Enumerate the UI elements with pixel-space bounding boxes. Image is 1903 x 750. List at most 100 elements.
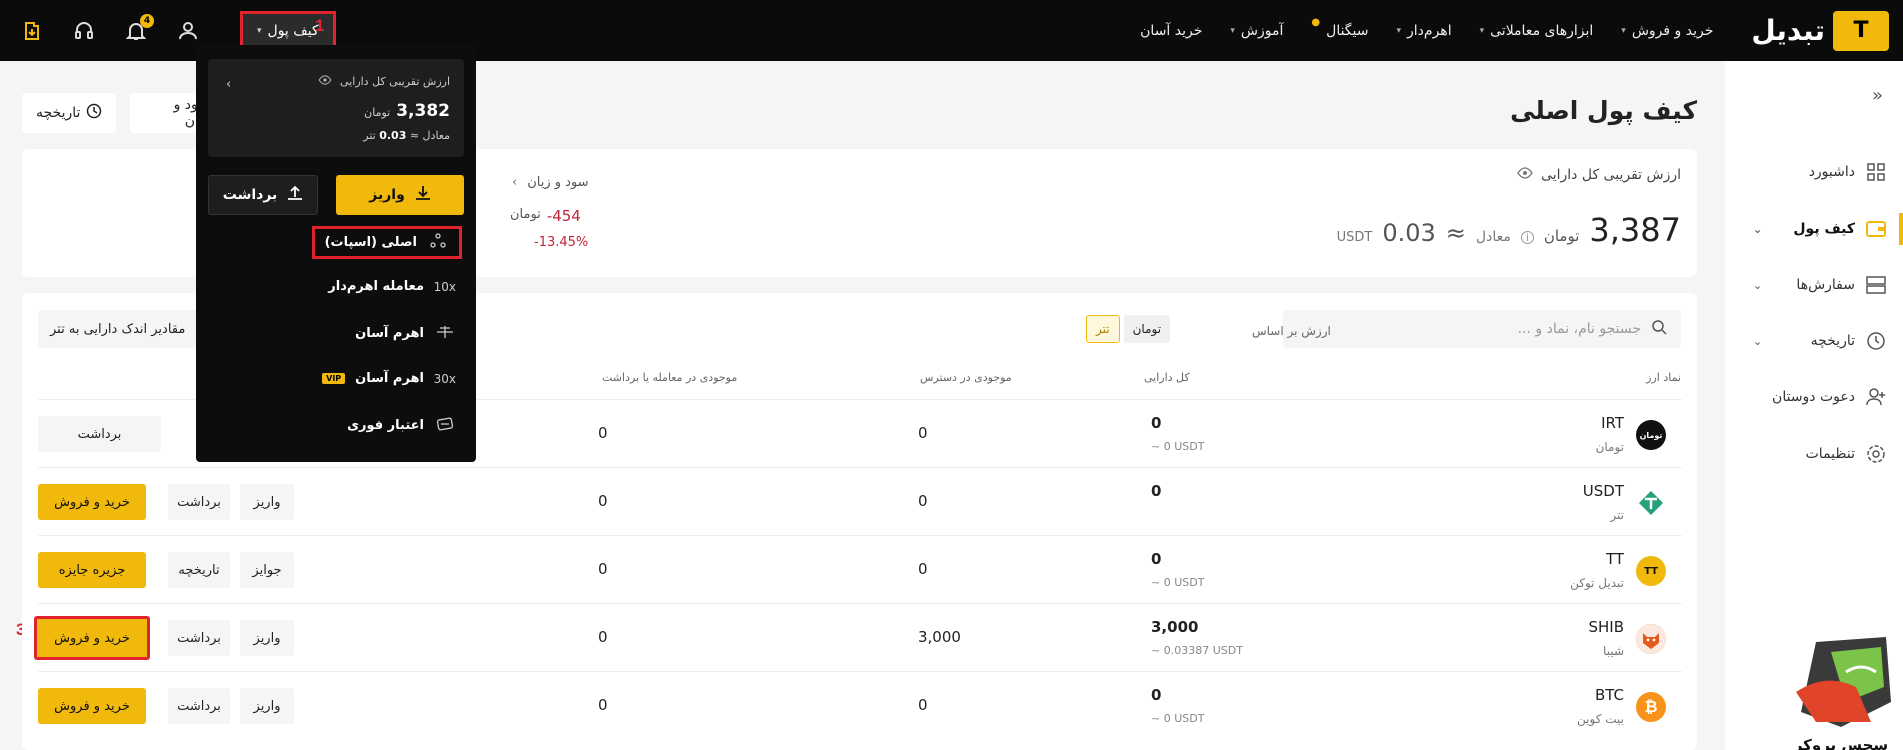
dropdown-balance-card[interactable]: › ارزش تقریبی کل دارایی 3,382 تومان معاد…	[208, 59, 464, 157]
nav-easy-buy[interactable]: خرید آسان	[1140, 23, 1202, 39]
buy-sell-button[interactable]: خرید و فروش	[38, 484, 146, 520]
history-button[interactable]: تاریخچه	[22, 93, 117, 133]
deposit-button[interactable]: واریز	[240, 484, 294, 520]
user-profile-icon[interactable]	[174, 17, 202, 45]
dropdown-balance-value: 3,382	[396, 101, 450, 121]
total-balance: 0	[1151, 482, 1162, 500]
nav-trading-tools[interactable]: ابزارهای معاملاتی ▾	[1480, 23, 1594, 39]
deposit-button[interactable]: واریز	[240, 688, 294, 724]
profit-loss-link[interactable]: سود و زیان ›	[512, 175, 589, 190]
available-balance: 0	[918, 696, 928, 714]
toggle-toman[interactable]: تومان	[1123, 315, 1171, 343]
available-balance: 0	[918, 424, 928, 442]
withdraw-button[interactable]: برداشت	[168, 484, 230, 520]
withdraw-button[interactable]: برداشت	[168, 620, 230, 656]
chevron-down-icon: ▾	[257, 25, 262, 36]
invite-icon	[1865, 386, 1887, 408]
history-icon	[1865, 330, 1887, 352]
chevron-left-icon: ›	[226, 77, 232, 92]
locked-balance: 0	[598, 628, 608, 646]
sidebar-item-history[interactable]: تاریخچه ⌄	[1725, 321, 1903, 361]
total-balance: 0	[1151, 414, 1162, 432]
table-row: ₿ BTC بیت کوین 0 ~ 0 USDT 0 0 واریز بردا…	[38, 671, 1682, 739]
buy-sell-button[interactable]: خرید و فروش	[34, 616, 150, 660]
nav-label: آموزش	[1240, 22, 1284, 39]
brand-logo[interactable]: T تبدیل	[1751, 10, 1889, 51]
dropdown-balance-label: ارزش تقریبی کل دارایی	[340, 75, 450, 88]
chevron-down-icon[interactable]: ⌄	[1753, 279, 1762, 292]
eye-icon[interactable]	[318, 75, 332, 88]
dropdown-item-label: اهرم آسان	[355, 371, 424, 386]
coin-name: بیت کوین	[1577, 712, 1624, 726]
total-balance-usdt: ~ 0.03387 USDT	[1151, 644, 1243, 657]
nav-leverage[interactable]: اهرم‌دار ▾	[1397, 23, 1452, 39]
asset-search-input[interactable]: جستجو نام، نماد و ...	[1283, 310, 1681, 348]
watermark-emblem-icon	[1796, 637, 1891, 727]
notification-count-badge: 4	[140, 13, 154, 28]
coin-name: تبدیل توکن	[1570, 576, 1624, 590]
dropdown-item-easy-leverage[interactable]: اهرم آسان	[355, 325, 456, 342]
deposit-button[interactable]: واریز	[240, 620, 294, 656]
nav-label: اهرم‌دار	[1407, 22, 1452, 39]
chevron-down-icon[interactable]: ⌄	[1753, 335, 1762, 348]
logo-text: تبدیل	[1751, 14, 1825, 47]
withdraw-button[interactable]: برداشت	[168, 688, 230, 724]
rewards-button[interactable]: جوایز	[240, 552, 294, 588]
notification-bell-icon[interactable]: 4	[122, 13, 154, 45]
equiv-prefix: معادل ≈	[409, 129, 450, 142]
collapse-sidebar-icon[interactable]: «	[1872, 85, 1883, 106]
sidebar-item-wallet[interactable]: کیف پول ⌄	[1725, 209, 1903, 249]
coin-tt-icon: TT	[1636, 556, 1666, 586]
sidebar-item-settings[interactable]: تنظیمات	[1725, 434, 1903, 474]
chevron-down-icon: ▾	[1479, 25, 1485, 36]
convert-small-balances-button[interactable]: مقادیر اندک دارایی به تتر	[38, 310, 198, 348]
reward-island-button[interactable]: جزیره جایزه	[38, 552, 146, 588]
toggle-tether[interactable]: تتر	[1086, 315, 1120, 343]
coin-icon-text: TT	[1644, 565, 1658, 577]
chevron-down-icon: ▾	[1621, 25, 1626, 36]
chevron-down-icon: ▾	[1230, 25, 1235, 36]
dropdown-withdraw-button[interactable]: برداشت	[208, 175, 319, 215]
dropdown-item-label: اهرم آسان	[355, 326, 424, 341]
info-icon[interactable]: i	[1520, 231, 1534, 244]
dropdown-item-margin[interactable]: 10x معامله اهرم‌دار	[328, 279, 456, 294]
nav-label: سیگنال	[1326, 22, 1369, 39]
sidebar-item-dashboard[interactable]: داشبورد	[1725, 152, 1903, 192]
available-balance: 3,000	[918, 628, 961, 646]
approx-sign: ≈	[1445, 219, 1466, 247]
eye-icon[interactable]	[1517, 167, 1533, 183]
leverage-30x-icon: 30x	[433, 371, 456, 386]
buy-sell-button[interactable]: خرید و فروش	[38, 688, 146, 724]
coin-shib-icon	[1636, 624, 1666, 654]
available-balance: 0	[918, 492, 928, 510]
sidebar-item-orders[interactable]: سفارش‌ها ⌄	[1725, 265, 1903, 305]
chevron-down-icon[interactable]: ⌄	[1753, 223, 1762, 236]
chevron-left-icon: ›	[512, 175, 518, 190]
total-balance-usdt: ~ 0 USDT	[1151, 576, 1205, 589]
upload-icon	[287, 185, 303, 205]
usdt-value: 0.03	[1382, 219, 1436, 247]
table-row: SHIB شیبا 3,000 ~ 0.03387 USDT 3,000 0 و…	[34, 603, 1682, 671]
history-button[interactable]: تاریخچه	[168, 552, 230, 588]
nav-buy-sell[interactable]: خرید و فروش ▾	[1621, 23, 1713, 39]
dropdown-item-easy-leverage-vip[interactable]: 30x اهرم آسان VIP	[322, 371, 456, 386]
coin-symbol: IRT	[1601, 414, 1624, 432]
total-asset-value: 3,387 تومان i معادل ≈ 0.03 USDT	[1337, 211, 1681, 249]
watermark-logo: سچس بروکر	[1786, 632, 1896, 750]
download-icon	[415, 185, 431, 205]
header-locked: موجودی در معامله یا برداشت	[602, 371, 738, 384]
sidebar-item-invite[interactable]: دعوت دوستان	[1725, 377, 1903, 417]
coin-name: تتر	[1610, 508, 1624, 522]
withdraw-button[interactable]: برداشت	[38, 416, 161, 452]
support-headset-icon[interactable]	[70, 17, 98, 45]
vip-badge: VIP	[322, 373, 346, 384]
coin-name: تومان	[1595, 440, 1624, 454]
dropdown-item-spot[interactable]: اصلی (اسپات)	[311, 226, 462, 259]
available-balance: 0	[918, 560, 928, 578]
dropdown-item-instant-credit[interactable]: اعتبار فوری	[347, 417, 456, 434]
nav-signal[interactable]: سیگنال ●	[1311, 17, 1369, 39]
history-icon	[86, 103, 102, 123]
nav-education[interactable]: آموزش ▾	[1230, 23, 1283, 39]
download-app-icon[interactable]	[18, 17, 46, 45]
dropdown-deposit-button[interactable]: واریز	[336, 175, 464, 215]
